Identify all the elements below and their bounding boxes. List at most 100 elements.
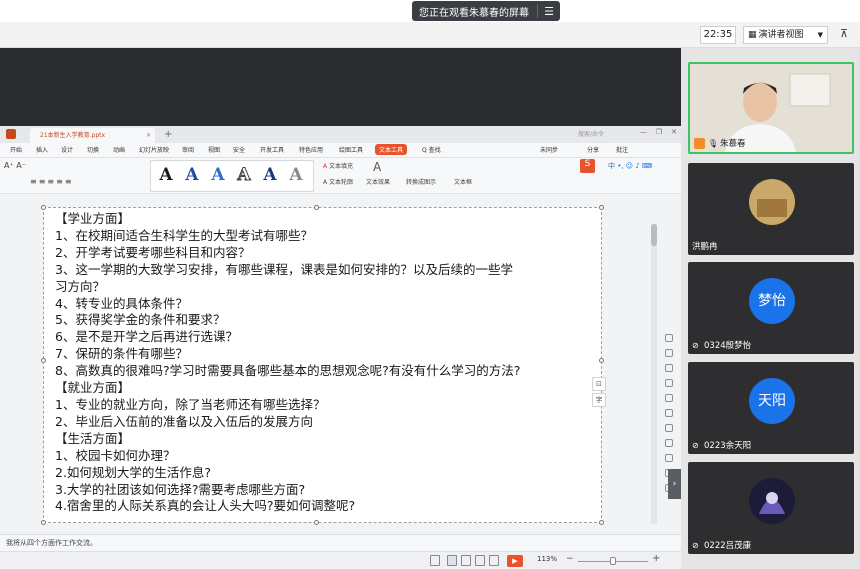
resize-handle[interactable] — [599, 358, 604, 363]
alignment-icons[interactable]: ≡≡≡≡≡ — [30, 177, 74, 186]
restore-icon[interactable]: ❐ — [656, 128, 662, 136]
notes-toggle-icon[interactable] — [430, 555, 440, 566]
menu-slideshow[interactable]: 幻灯片放映 — [139, 145, 169, 154]
video-tile[interactable]: 梦怡 ⊘ 0324殷梦怡 — [688, 262, 854, 354]
menu-text-tools[interactable]: 文本工具 — [375, 144, 408, 155]
resize-handle[interactable] — [599, 520, 604, 525]
slide-view-icon[interactable] — [489, 555, 499, 566]
animation-icon[interactable] — [665, 379, 673, 387]
resize-handle[interactable] — [599, 205, 604, 210]
pin-icon[interactable]: ⊼ — [836, 27, 852, 43]
zoom-level[interactable]: 113% — [537, 555, 557, 563]
backup-icon[interactable] — [665, 424, 673, 432]
chevron-right-icon[interactable]: › — [668, 469, 681, 499]
resize-handle[interactable] — [41, 520, 46, 525]
menu-animation[interactable]: 动画 — [113, 145, 125, 154]
text-fill-button[interactable]: A 文本填充 — [323, 161, 353, 170]
participant-name: 0222吕茂康 — [704, 541, 752, 551]
play-slideshow-button[interactable]: ▶ — [507, 555, 523, 567]
style-icon[interactable] — [665, 349, 673, 357]
normal-view-icon[interactable] — [447, 555, 457, 566]
meeting-timer: 22:35 — [700, 26, 736, 44]
convert-diagram-button[interactable]: 转换成图示 — [406, 177, 436, 186]
menu-drawing-tools[interactable]: 绘图工具 — [339, 145, 363, 154]
slide-text-line: 4.宿舍里的人际关系真的会让人头大吗?要如何调整呢? — [55, 498, 356, 514]
zoom-slider-thumb[interactable] — [610, 557, 616, 565]
close-icon[interactable]: ✕ — [146, 128, 151, 143]
text-effects-button[interactable]: 文本效果 — [366, 177, 390, 186]
floating-format-tools: ⊡ 字 — [592, 377, 606, 407]
art-style-5[interactable]: A — [258, 163, 282, 187]
layout-options-icon[interactable]: ⊡ — [592, 377, 606, 391]
slide-text-box[interactable]: 【学业方面】 1、在校期间适合生科学生的大型考试有哪些？ 2、开学考试要考哪些科目和… — [41, 205, 604, 525]
scrollbar-thumb[interactable] — [651, 224, 657, 246]
participant-label: 洪鹏冉 — [692, 240, 718, 252]
table-icon[interactable] — [665, 409, 673, 417]
art-style-1[interactable]: A — [154, 163, 178, 187]
speaker-notes[interactable]: 我将从四个方面作工作交流。 — [0, 534, 681, 551]
text-icon[interactable] — [665, 439, 673, 447]
art-style-4[interactable]: A — [232, 163, 256, 187]
share-button[interactable]: 分享 — [587, 145, 599, 154]
resize-handle[interactable] — [41, 358, 46, 363]
document-tab[interactable]: 21本新生入学教育.pptx ✕ — [30, 128, 155, 143]
screen-share-banner: 您正在观看朱慕春的屏幕 ☰ — [412, 1, 560, 21]
avatar: 梦怡 — [749, 278, 795, 324]
art-style-3[interactable]: A — [206, 163, 230, 187]
resize-handle[interactable] — [314, 205, 319, 210]
comment-button[interactable]: 批注 — [616, 145, 628, 154]
menu-special-apps[interactable]: 特色应用 — [299, 145, 323, 154]
share-banner-text: 您正在观看朱慕春的屏幕 — [419, 7, 529, 19]
slide-text-line: 7、保研的条件有哪些？ — [55, 346, 188, 362]
art-style-6[interactable]: A — [284, 163, 308, 187]
video-tile[interactable]: 天阳 ⊘ 0223余天阳 — [688, 362, 854, 454]
wps-logo-icon — [6, 129, 16, 139]
text-fill-icon: A — [323, 163, 328, 170]
menu-icon[interactable]: ☰ — [538, 5, 560, 18]
text-box-button[interactable]: 文本框 — [454, 177, 472, 186]
menu-start[interactable]: 开始 — [10, 145, 22, 154]
participant-name: 0223余天阳 — [704, 441, 752, 451]
menu-view[interactable]: 视图 — [208, 145, 220, 154]
video-tile-host[interactable]: 🎙 朱慕春 — [688, 62, 854, 154]
menu-design[interactable]: 设计 — [61, 145, 73, 154]
meeting-toolbar: 22:35 ▦ 演讲者视图 ▼ ⊼ — [0, 22, 860, 48]
font-format-icon[interactable]: 字 — [592, 393, 606, 407]
new-tab-icon[interactable]: + — [164, 126, 172, 143]
zoom-in-icon[interactable]: + — [652, 553, 660, 564]
slide-text-line: 【生活方面】 — [55, 430, 131, 446]
zoom-out-icon[interactable]: − — [566, 554, 574, 564]
image-icon[interactable] — [665, 454, 673, 462]
vertical-scrollbar[interactable] — [651, 224, 657, 524]
reading-view-icon[interactable] — [475, 555, 485, 566]
close-window-icon[interactable]: ✕ — [671, 128, 677, 136]
search-input[interactable]: 搜索/命令 — [578, 129, 648, 140]
menu-transition[interactable]: 切换 — [87, 145, 99, 154]
slide-text-line: 5、获得奖学金的条件和要求？ — [55, 312, 226, 328]
video-tile[interactable]: 洪鹏冉 — [688, 163, 854, 255]
avatar: 天阳 — [749, 378, 795, 424]
select-icon[interactable] — [665, 334, 673, 342]
sogou-ime-icon[interactable]: S — [580, 159, 595, 173]
art-style-2[interactable]: A — [180, 163, 204, 187]
font-size-icon[interactable]: A⁺ A⁻ — [4, 161, 26, 170]
menu-insert[interactable]: 插入 — [36, 145, 48, 154]
shape-icon[interactable] — [665, 364, 673, 372]
resize-handle[interactable] — [41, 205, 46, 210]
host-badge-icon — [694, 137, 705, 149]
ime-toolbar[interactable]: 中 •, ☺ ♪ ⌨ — [608, 161, 652, 171]
presenter-view-dropdown[interactable]: ▦ 演讲者视图 ▼ — [743, 26, 828, 44]
resize-handle[interactable] — [314, 520, 319, 525]
participant-label: ⊘ 0223余天阳 — [692, 439, 752, 452]
menu-find[interactable]: Q 查找 — [422, 145, 441, 154]
menu-security[interactable]: 安全 — [233, 145, 245, 154]
menu-review[interactable]: 审阅 — [182, 145, 194, 154]
video-tile[interactable]: ⊘ 0222吕茂康 — [688, 462, 854, 554]
wps-presentation-window: 21本新生入学教育.pptx ✕ + 搜索/命令 — ❐ ✕ 开始 插入 设计 … — [0, 126, 681, 569]
sync-status[interactable]: 未同步 — [540, 145, 558, 154]
text-outline-button[interactable]: A 文本轮廓 — [323, 177, 353, 186]
sorter-view-icon[interactable] — [461, 555, 471, 566]
minimize-icon[interactable]: — — [640, 128, 647, 136]
chart-icon[interactable] — [665, 394, 673, 402]
menu-dev-tools[interactable]: 开发工具 — [260, 145, 284, 154]
